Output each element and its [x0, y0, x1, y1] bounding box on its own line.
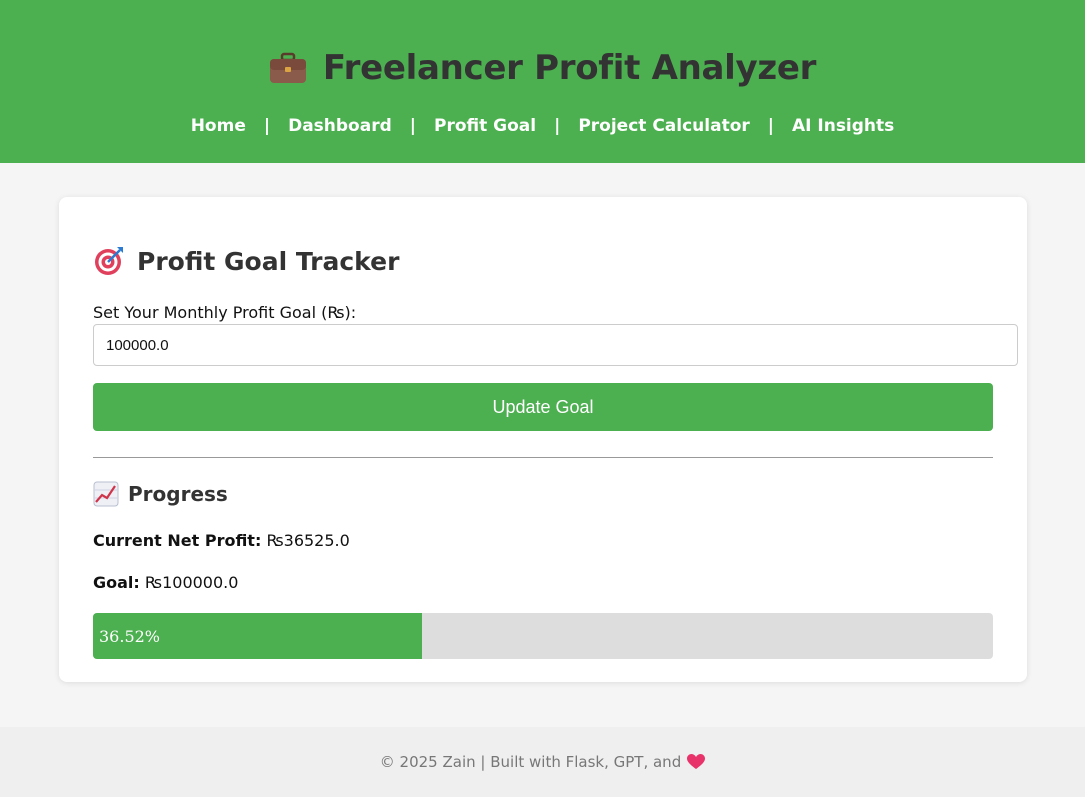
main-nav: Home | Dashboard | Profit Goal | Project…	[0, 116, 1085, 136]
current-profit-value: ₨36525.0	[266, 531, 350, 550]
goal-field-label: Set Your Monthly Profit Goal (₨):	[93, 303, 357, 322]
nav-profit-goal[interactable]: Profit Goal	[434, 116, 536, 136]
footer-text: © 2025 Zain | Built with Flask, GPT, and	[379, 753, 682, 771]
progress-title: Progress	[128, 482, 228, 506]
heart-icon	[687, 754, 706, 770]
progress-bar: 36.52%	[93, 613, 993, 659]
progress-fill: 36.52%	[93, 613, 422, 659]
current-profit-label: Current Net Profit:	[93, 531, 262, 550]
nav-separator: |	[554, 116, 561, 136]
title-row: Freelancer Profit Analyzer	[0, 48, 1085, 88]
target-icon	[93, 245, 125, 277]
progress-percent: 36.52%	[99, 626, 161, 646]
goal-summary-value: ₨100000.0	[144, 573, 239, 592]
briefcase-icon	[269, 52, 307, 84]
goal-summary-label: Goal:	[93, 573, 140, 592]
chart-increasing-icon	[93, 481, 119, 507]
current-profit-row: Current Net Profit: ₨36525.0	[93, 531, 350, 550]
goal-input[interactable]	[93, 324, 1018, 366]
nav-separator: |	[263, 116, 271, 136]
progress-heading: Progress	[93, 481, 228, 507]
section-heading: Profit Goal Tracker	[93, 245, 399, 277]
nav-separator: |	[409, 116, 416, 136]
goal-card: Profit Goal Tracker Set Your Monthly Pro…	[59, 197, 1027, 682]
nav-dashboard[interactable]: Dashboard	[288, 116, 392, 136]
update-goal-button[interactable]: Update Goal	[93, 383, 993, 431]
nav-ai-insights[interactable]: AI Insights	[792, 116, 894, 136]
nav-home[interactable]: Home	[191, 116, 246, 136]
nav-project-calculator[interactable]: Project Calculator	[578, 116, 749, 136]
divider	[93, 457, 993, 458]
nav-separator: |	[767, 116, 774, 136]
app-title: Freelancer Profit Analyzer	[322, 48, 817, 88]
footer: © 2025 Zain | Built with Flask, GPT, and	[0, 727, 1085, 797]
page-title: Profit Goal Tracker	[137, 246, 400, 276]
app-header: Freelancer Profit Analyzer Home | Dashbo…	[0, 0, 1085, 163]
goal-summary-row: Goal: ₨100000.0	[93, 573, 238, 592]
